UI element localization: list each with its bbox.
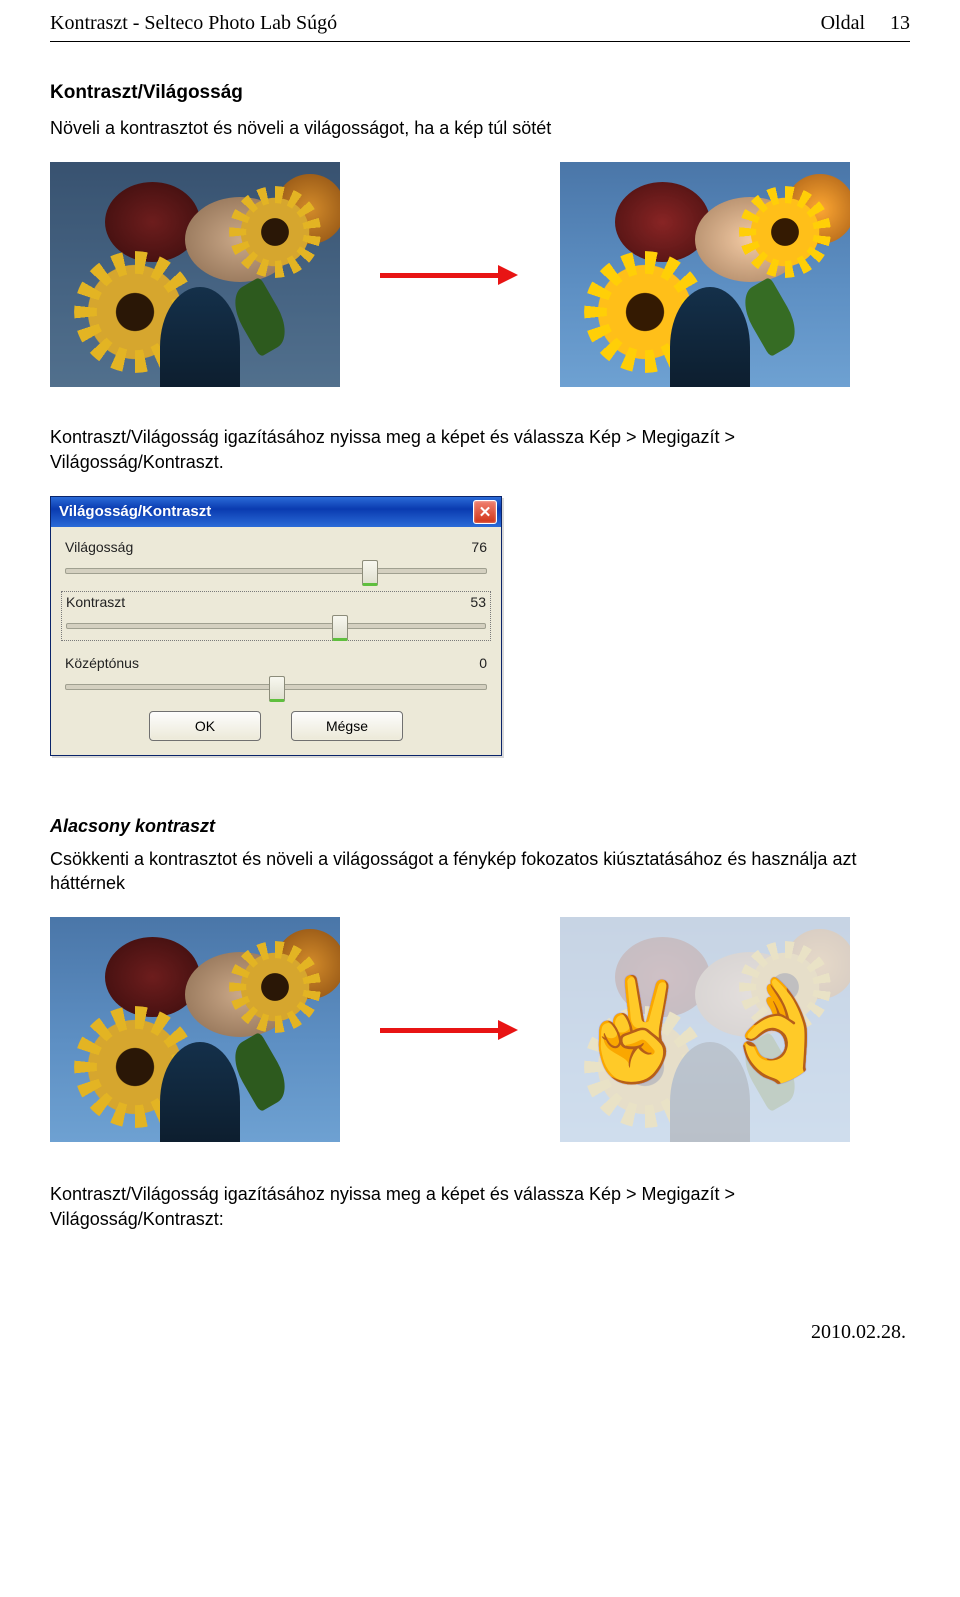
before-after-row-2: ✌ 👌 bbox=[50, 917, 910, 1142]
victory-hand-icon: ✌ bbox=[571, 980, 696, 1080]
arrow-right-icon bbox=[380, 265, 520, 285]
close-icon: ✕ bbox=[479, 503, 492, 521]
page-label: Oldal bbox=[821, 12, 865, 34]
brightness-value: 76 bbox=[471, 539, 487, 555]
slider-thumb[interactable] bbox=[269, 676, 285, 702]
page-indicator: Oldal 13 bbox=[821, 12, 910, 35]
brightness-label: Világosság bbox=[65, 539, 133, 555]
hand-gestures-overlay: ✌ 👌 bbox=[560, 917, 850, 1142]
slider-thumb[interactable] bbox=[362, 560, 378, 586]
midtone-value: 0 bbox=[479, 655, 487, 671]
header-rule bbox=[50, 41, 910, 42]
section-heading-low-contrast: Alacsony kontraszt bbox=[50, 816, 910, 837]
page-number: 13 bbox=[890, 12, 910, 34]
example-image-before-dark bbox=[50, 162, 340, 387]
contrast-label: Kontraszt bbox=[66, 594, 125, 610]
cancel-button[interactable]: Mégse bbox=[291, 711, 403, 741]
before-after-row-1 bbox=[50, 162, 910, 387]
example-image-after-faded: ✌ 👌 bbox=[560, 917, 850, 1142]
footer-date: 2010.02.28. bbox=[50, 1321, 910, 1344]
section-intro-1: Növeli a kontrasztot és növeli a világos… bbox=[50, 116, 910, 140]
contrast-slider[interactable] bbox=[66, 616, 486, 634]
brightness-field: Világosság 76 bbox=[65, 537, 487, 579]
document-title: Kontraszt - Selteco Photo Lab Súgó bbox=[50, 12, 337, 35]
contrast-field: Kontraszt 53 bbox=[61, 591, 491, 641]
midtone-field: Középtónus 0 bbox=[65, 653, 487, 695]
section-intro-2: Csökkenti a kontrasztot és növeli a vilá… bbox=[50, 847, 910, 896]
midtone-slider[interactable] bbox=[65, 677, 487, 695]
section-heading-contrast: Kontraszt/Világosság bbox=[50, 82, 910, 104]
arrow-right-icon bbox=[380, 1020, 520, 1040]
example-image-before-normal bbox=[50, 917, 340, 1142]
midtone-label: Középtónus bbox=[65, 655, 139, 671]
instruction-1: Kontraszt/Világosság igazításához nyissa… bbox=[50, 425, 910, 474]
ok-button[interactable]: OK bbox=[149, 711, 261, 741]
dialog-titlebar[interactable]: Világosság/Kontraszt ✕ bbox=[51, 497, 501, 527]
example-image-after-bright bbox=[560, 162, 850, 387]
brightness-contrast-dialog: Világosság/Kontraszt ✕ Világosság 76 bbox=[50, 496, 502, 756]
ok-hand-icon: 👌 bbox=[714, 980, 839, 1080]
brightness-slider[interactable] bbox=[65, 561, 487, 579]
dialog-title: Világosság/Kontraszt bbox=[59, 503, 211, 520]
close-button[interactable]: ✕ bbox=[473, 500, 497, 524]
contrast-value: 53 bbox=[470, 594, 486, 610]
slider-thumb[interactable] bbox=[332, 615, 348, 641]
instruction-2: Kontraszt/Világosság igazításához nyissa… bbox=[50, 1182, 910, 1231]
